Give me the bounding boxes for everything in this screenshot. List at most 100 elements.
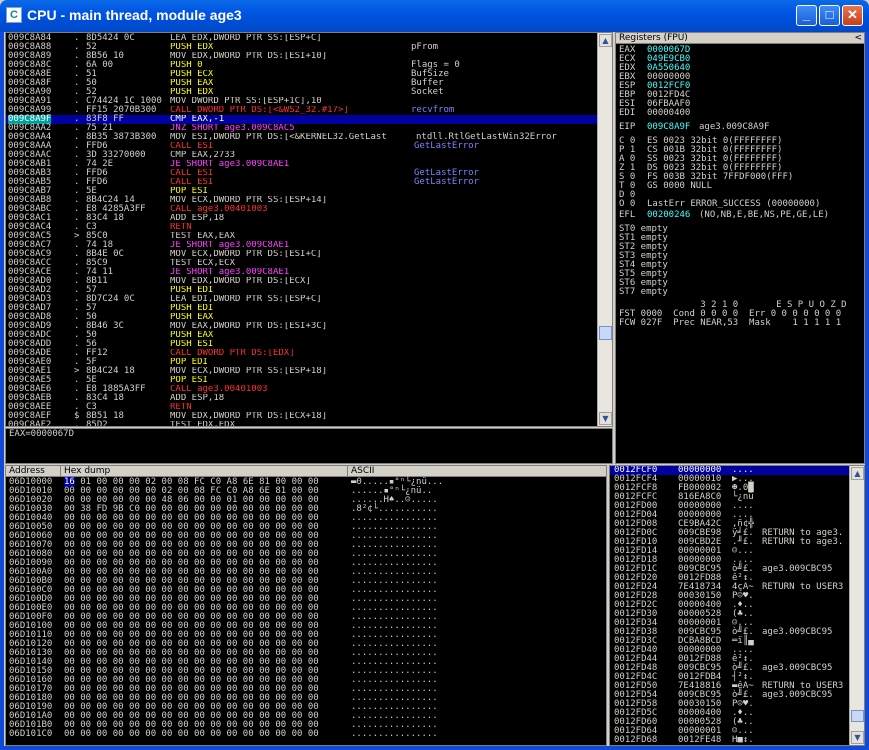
stack-address: 0012FD68: [614, 735, 658, 745]
registers-title: Registers (FPU): [619, 33, 688, 43]
stack-value: 0012FE48: [678, 735, 722, 745]
minimize-button[interactable]: _: [796, 5, 817, 26]
disasm-instruction: MOV ESI,DWORD PTR DS:[<&KERNEL32.GetLast: [170, 133, 387, 142]
register-comment: age3.009C8A9F: [699, 122, 770, 132]
stack-comment: age3.009CBC95: [762, 663, 833, 673]
disasm-instruction: PUSH EDX: [170, 43, 214, 52]
disasm-instruction: POP ESI: [170, 376, 208, 385]
disasm-instruction: CALL age3.00401003: [170, 385, 268, 394]
register-value: 00200246: [647, 210, 691, 220]
stack-pane[interactable]: 0012FCF0 00000000.... 0012FCF4 00000010 ▶...…: [609, 465, 865, 746]
call-arg-label: pFrom: [411, 42, 439, 52]
dump-row[interactable]: 06D101C0 00 00 00 00 00 00 00 00 00 00 00…: [6, 730, 606, 739]
disasm-instruction: PUSH EAX: [170, 331, 214, 340]
disasm-comment: GetLastError: [414, 141, 480, 151]
dump-header-ascii[interactable]: ASCII: [348, 466, 606, 477]
register-value: 00000400: [647, 108, 691, 118]
info-pane[interactable]: EAX=0000067D: [5, 428, 613, 464]
scroll-thumb[interactable]: [851, 710, 864, 722]
disassembly-scrollbar[interactable]: ▲ ▼: [597, 33, 612, 426]
stack-comment: age3.009CBC95: [762, 690, 833, 700]
disasm-instruction: CMP EAX,-1: [170, 115, 225, 124]
stack-list[interactable]: 0012FCF0 00000000.... 0012FCF4 00000010 ▶...…: [610, 466, 851, 745]
scroll-down-icon[interactable]: ▼: [851, 731, 864, 744]
maximize-icon: □: [825, 7, 834, 22]
window-frame: 009C8A84. 8D5424 0C LEA EDX,DWORD PTR SS:[…: [0, 32, 869, 750]
disasm-comment: GetLastError: [414, 177, 480, 187]
fpu-status-row[interactable]: FCW 027F Prec NEAR,53 Mask 1 1 1 1 1: [619, 318, 864, 328]
disasm-instruction: ADD ESP,18: [170, 394, 225, 403]
disasm-hex: 85D2: [86, 420, 108, 427]
call-arg-label: recvfrom: [411, 105, 455, 115]
register-row-eip[interactable]: EIP 009C8A9F age3.009C8A9F: [619, 122, 864, 132]
flag-row[interactable]: T 0 GS 0000 NULL: [619, 181, 864, 191]
disasm-instruction: CALL ESI: [170, 142, 214, 151]
disasm-instruction: PUSH ESI: [170, 340, 214, 349]
fpu-register: ST7 empty: [619, 287, 668, 297]
disasm-instruction: MOV EAX,DWORD PTR DS:[ESI+3C]: [170, 322, 328, 331]
disasm-instruction: JE SHORT age3.009C8AE1: [170, 241, 290, 250]
disasm-instruction: PUSH EDX: [170, 88, 214, 97]
disasm-instruction: MOV EDX,DWORD PTR DS:[ECX+18]: [170, 412, 328, 421]
disasm-instruction: MOV ECX,DWORD PTR DS:[ESI+C]: [170, 250, 322, 259]
fpu-row[interactable]: ST7 empty: [619, 287, 864, 297]
window-title: CPU - main thread, module age3: [27, 7, 242, 23]
stack-scrollbar[interactable]: ▲ ▼: [849, 466, 864, 745]
memory-dump-pane[interactable]: Address Hex dump ASCII 06D10000 16 01 00 …: [5, 465, 607, 746]
stack-comment: age3.009CBC95: [762, 564, 833, 574]
register-row-efl[interactable]: EFL 00200246 (NO,NB,E,BE,NS,PE,GE,LE): [619, 210, 864, 220]
disasm-instruction: POP EDI: [170, 358, 208, 367]
scroll-up-icon[interactable]: ▲: [851, 467, 864, 480]
disasm-instruction: PUSH EDI: [170, 286, 214, 295]
disasm-instruction: ADD ESP,18: [170, 214, 225, 223]
flag-detail: LastErr ERROR_SUCCESS (00000000): [647, 199, 821, 209]
disasm-instruction: POP ESI: [170, 187, 208, 196]
disasm-instruction: PUSH 0: [170, 61, 203, 70]
disasm-instruction: PUSH EAX: [170, 313, 214, 322]
close-icon: ✕: [847, 7, 858, 22]
stack-comment: RETURN to USER3: [762, 582, 844, 592]
register-row[interactable]: EDI 00000400: [619, 108, 864, 118]
scroll-thumb[interactable]: [599, 326, 612, 340]
flag-detail: GS 0000 NULL: [647, 181, 713, 191]
register-value: 009C8A9F: [647, 122, 691, 132]
disasm-instruction: JE SHORT age3.009C8AE1: [170, 160, 290, 169]
stack-comment: RETURN to age3.: [762, 537, 844, 547]
title-bar[interactable]: C CPU - main thread, module age3 _ □ ✕: [0, 0, 869, 32]
stack-row[interactable]: 0012FD68 0012FE48 H■↕.: [610, 736, 851, 745]
disasm-row[interactable]: 009C8AF2. 85D2 TEST EDX,EDX: [6, 421, 598, 427]
register-comment: (NO,NB,E,BE,NS,PE,GE,LE): [699, 210, 830, 220]
disasm-instruction: CALL DWORD PTR DS:[EDX]: [170, 349, 295, 358]
flag: O 0: [619, 199, 636, 209]
call-arg-label: Socket: [411, 87, 444, 97]
disasm-instruction: TEST EDX,EDX: [170, 421, 236, 427]
dump-header-hex[interactable]: Hex dump: [61, 466, 348, 477]
register-name: EDI: [619, 108, 636, 118]
maximize-button[interactable]: □: [819, 5, 840, 26]
flag-row[interactable]: O 0 LastErr ERROR_SUCCESS (00000000): [619, 199, 864, 209]
fpu-status: FCW 027F Prec NEAR,53 Mask 1 1 1 1 1: [619, 318, 842, 328]
dump-header-address[interactable]: Address: [6, 466, 61, 477]
disasm-instruction: TEST ECX,ECX: [170, 259, 236, 268]
register-name: EFL: [619, 210, 636, 220]
disasm-instruction: LEA EDI,DWORD PTR SS:[ESP+C]: [170, 295, 322, 304]
disassembly-pane[interactable]: 009C8A84. 8D5424 0C LEA EDX,DWORD PTR SS:[…: [5, 32, 613, 427]
cpu-client-area: 009C8A84. 8D5424 0C LEA EDX,DWORD PTR SS:[…: [4, 32, 865, 746]
disasm-instruction: TEST EAX,EAX: [170, 232, 236, 241]
registers-header[interactable]: Registers (FPU) <: [616, 33, 864, 44]
scroll-down-icon[interactable]: ▼: [599, 412, 612, 425]
stack-ascii: H■↕.: [732, 735, 754, 745]
disasm-instruction: RETN: [170, 223, 192, 232]
dump-list[interactable]: 06D10000 16 01 00 00 00 02 00 08 FC C0 A8…: [6, 477, 606, 739]
registers-body[interactable]: EAX 0000067D ECX 049E9CB0 EDX 0A550640 EBX 0000…: [619, 46, 864, 328]
scroll-up-icon[interactable]: ▲: [599, 34, 612, 47]
disasm-instruction: MOV ECX,DWORD PTR SS:[ESP+14]: [170, 196, 328, 205]
disasm-instruction: CALL DWORD PTR DS:[<&WS2_32.#17>]: [170, 106, 349, 115]
cpu-window-icon: C: [6, 7, 22, 23]
disasm-marker: .: [74, 420, 80, 427]
disasm-instruction: CALL ESI: [170, 178, 214, 187]
dump-address: 06D101C0: [9, 729, 53, 739]
close-button[interactable]: ✕: [842, 5, 863, 26]
registers-pane[interactable]: Registers (FPU) < EAX 0000067D ECX 049E9CB0…: [615, 32, 865, 464]
collapse-icon[interactable]: <: [854, 33, 862, 43]
